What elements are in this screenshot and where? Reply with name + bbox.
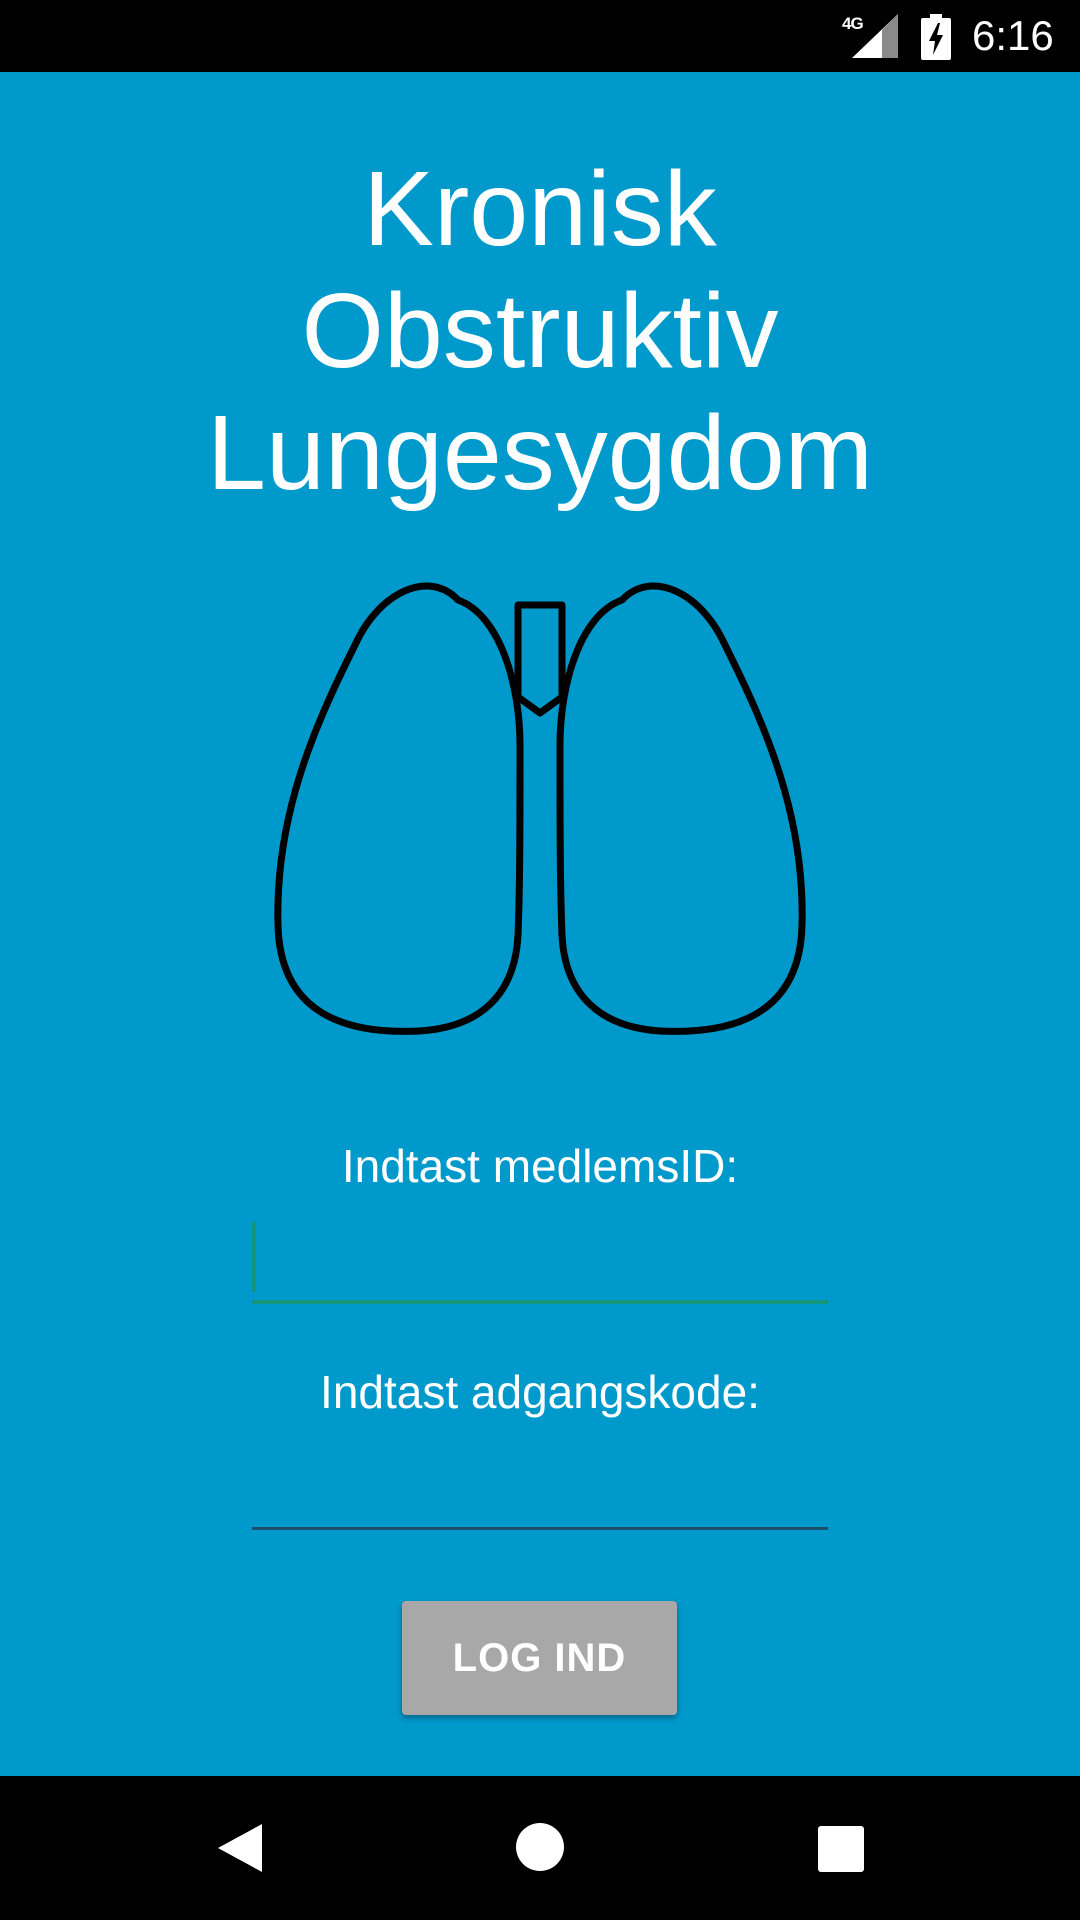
home-icon[interactable] <box>515 1822 565 1872</box>
title-line-2: Obstruktiv <box>301 272 779 390</box>
recents-icon[interactable] <box>818 1826 864 1872</box>
battery-charging-icon <box>921 14 951 60</box>
password-label: Indtast adgangskode: <box>320 1366 760 1418</box>
text-cursor <box>252 1222 256 1292</box>
app-title: Kronisk Obstruktiv Lungesygdom <box>0 148 1080 514</box>
password-input[interactable] <box>252 1460 828 1530</box>
back-icon[interactable] <box>216 1822 264 1874</box>
title-line-3: Lungesygdom <box>207 394 873 512</box>
signal-icon <box>852 14 898 58</box>
title-line-1: Kronisk <box>363 150 717 268</box>
login-screen: 4G 6:16 Kronisk Obstruktiv Lungesygdom I… <box>0 0 1080 1920</box>
login-button[interactable]: LOG IND <box>402 1601 677 1715</box>
member-id-input[interactable] <box>252 1234 828 1304</box>
status-bar: 4G 6:16 <box>0 0 1080 72</box>
clock: 6:16 <box>972 12 1054 59</box>
member-id-label: Indtast medlemsID: <box>341 1140 739 1192</box>
lungs-icon <box>274 582 806 1035</box>
